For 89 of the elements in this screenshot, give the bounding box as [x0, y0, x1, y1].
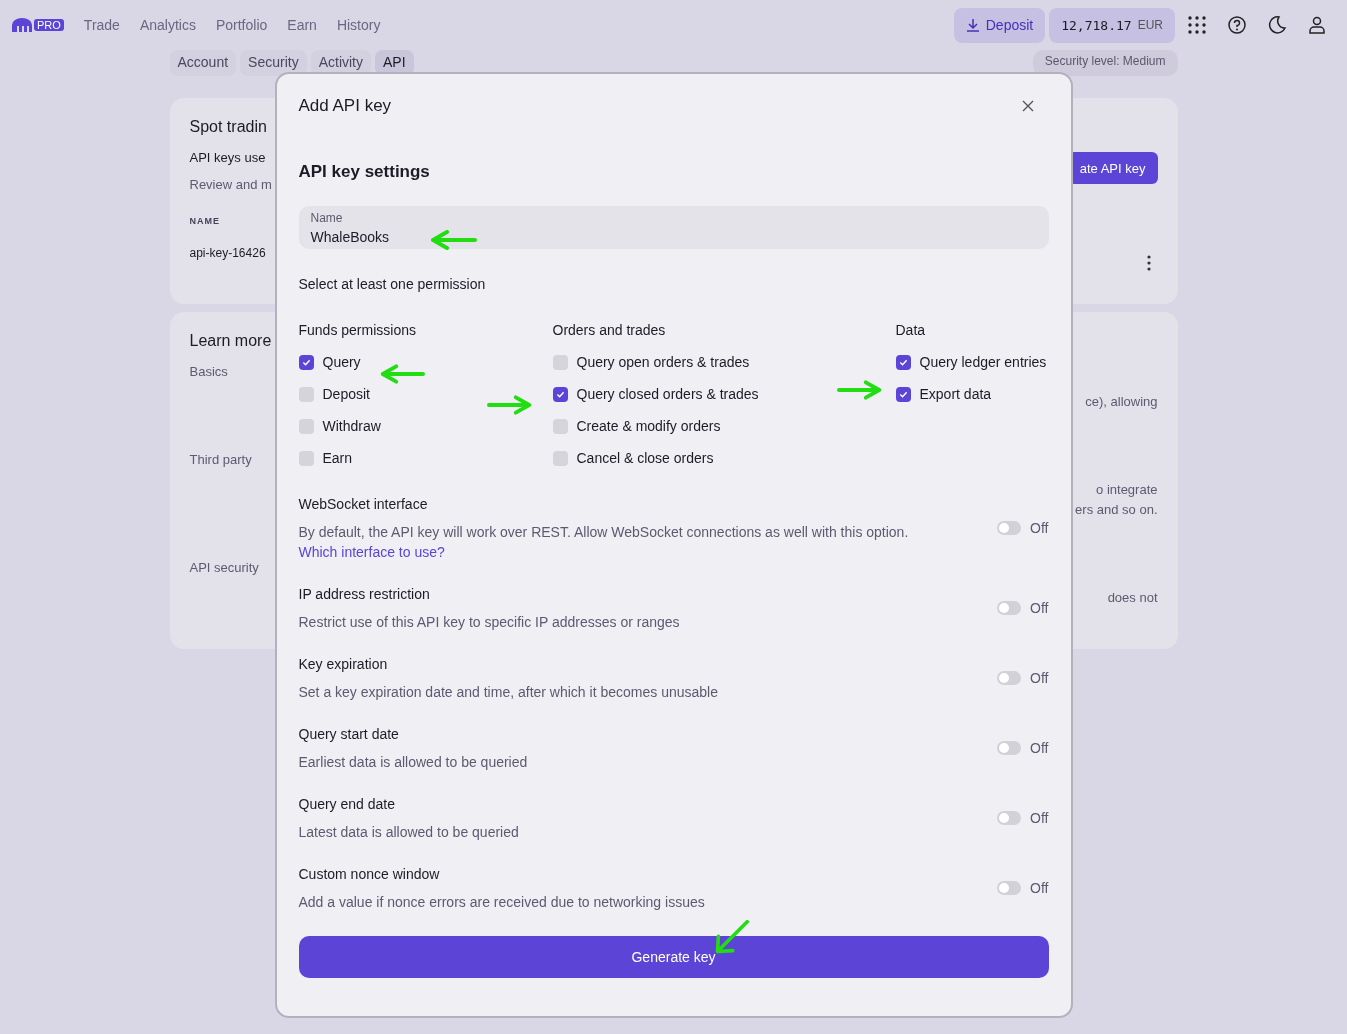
checkbox-label[interactable]: Query: [322, 354, 361, 370]
settings-tab[interactable]: Security: [240, 50, 307, 76]
toggle-state: Off: [1030, 740, 1049, 756]
checkbox[interactable]: [552, 354, 568, 370]
column-header: NAME: [189, 216, 220, 226]
download-icon: [965, 18, 980, 32]
toggle-switch[interactable]: [997, 881, 1022, 895]
group-title: Funds permissions: [298, 322, 417, 338]
checkbox[interactable]: [298, 386, 314, 402]
checkbox[interactable]: [552, 418, 568, 434]
close-icon[interactable]: [1020, 99, 1035, 113]
toggle-switch[interactable]: [997, 811, 1022, 825]
dialog-title: Add API key: [298, 96, 392, 116]
moon-icon[interactable]: [1267, 15, 1287, 35]
card-subtitle: API keys use: [189, 150, 266, 165]
toggle-switch[interactable]: [997, 521, 1022, 535]
check-icon: [898, 357, 908, 367]
checkbox[interactable]: [298, 450, 314, 466]
option-description: Restrict use of this API key to specific IP addresses or ranges: [298, 614, 680, 630]
option-title: Query start date: [298, 725, 400, 744]
check-icon: [301, 357, 311, 367]
user-icon[interactable]: [1307, 15, 1327, 35]
option-title: Custom nonce window: [298, 865, 441, 884]
option-title: Query end date: [298, 795, 396, 814]
toggle-state: Off: [1030, 810, 1049, 826]
name-field[interactable]: Name WhaleBooks: [298, 206, 1049, 249]
toggle-state: Off: [1030, 520, 1049, 536]
permissions-hint: Select at least one permission: [298, 276, 487, 292]
option-title: Key expiration: [298, 655, 389, 674]
section-text: does not: [1107, 589, 1158, 607]
checkbox[interactable]: [298, 354, 314, 370]
checkbox-label[interactable]: Export data: [919, 386, 992, 402]
balance-display[interactable]: 12,718.17 EUR: [1049, 7, 1175, 43]
option-description: Latest data is allowed to be queried: [298, 824, 519, 840]
toggle-switch[interactable]: [997, 741, 1022, 755]
section-label: Basics: [189, 364, 228, 381]
section-heading: API key settings: [298, 162, 431, 182]
checkbox[interactable]: [298, 418, 314, 434]
nav-link[interactable]: Earn: [287, 17, 317, 33]
section-text: ce), allowing: [1085, 393, 1158, 411]
nav-link[interactable]: Analytics: [139, 17, 196, 33]
checkbox[interactable]: [552, 450, 568, 466]
checkbox-label[interactable]: Cancel & close orders: [576, 450, 714, 466]
checkbox-label[interactable]: Earn: [322, 450, 353, 466]
checkbox-label[interactable]: Deposit: [322, 386, 370, 402]
check-icon: [898, 389, 908, 399]
toggle-switch[interactable]: [997, 601, 1022, 615]
section-text: o integrate: [1095, 481, 1158, 499]
option-title: IP address restriction: [298, 585, 431, 604]
toggle-state: Off: [1030, 670, 1049, 686]
checkbox-label[interactable]: Create & modify orders: [576, 418, 721, 434]
checkbox-label[interactable]: Query closed orders & trades: [576, 386, 759, 402]
pro-badge: PRO: [34, 19, 64, 31]
toggle-state: Off: [1030, 600, 1049, 616]
section-label: Third party: [189, 452, 252, 469]
nav-link[interactable]: History: [336, 17, 381, 33]
checkbox[interactable]: [895, 354, 911, 370]
nav-link[interactable]: Portfolio: [215, 17, 268, 33]
checkbox-label[interactable]: Query ledger entries: [919, 354, 1047, 370]
group-title: Data: [895, 322, 927, 338]
checkbox[interactable]: [552, 386, 568, 402]
toggle-state: Off: [1030, 880, 1049, 896]
check-icon: [555, 389, 565, 399]
card-title: Spot tradin: [189, 118, 267, 136]
option-description: Earliest data is allowed to be queried: [298, 754, 528, 770]
help-icon[interactable]: [1227, 15, 1247, 35]
security-level-badge: Security level: Medium: [1032, 50, 1178, 76]
settings-tab[interactable]: Account: [169, 50, 237, 76]
deposit-button[interactable]: Deposit: [953, 7, 1046, 43]
checkbox-label[interactable]: Query open orders & trades: [576, 354, 750, 370]
more-icon[interactable]: [1145, 254, 1152, 272]
help-link[interactable]: Which interface to use?: [298, 544, 445, 560]
card-title: Learn more: [189, 332, 272, 350]
option-description: By default, the API key will work over REST. Allow WebSocket connections as well with this option.: [298, 524, 909, 540]
generate-key-button[interactable]: Generate key: [298, 936, 1049, 978]
option-title: WebSocket interface: [298, 495, 429, 514]
apps-grid-icon[interactable]: [1187, 15, 1207, 35]
section-label: API security: [189, 560, 259, 577]
group-title: Orders and trades: [552, 322, 667, 338]
section-text: ers and so on.: [1075, 501, 1158, 519]
checkbox-label[interactable]: Withdraw: [322, 418, 381, 434]
card-description: Review and m: [189, 177, 272, 192]
logo-icon[interactable]: [12, 18, 32, 32]
option-description: Set a key expiration date and time, after which it becomes unusable: [298, 684, 718, 700]
toggle-switch[interactable]: [997, 671, 1022, 685]
option-description: Add a value if nonce errors are received due to networking issues: [298, 894, 705, 910]
checkbox[interactable]: [895, 386, 911, 402]
table-cell: api-key-16426: [189, 246, 266, 260]
nav-link[interactable]: Trade: [83, 17, 120, 33]
